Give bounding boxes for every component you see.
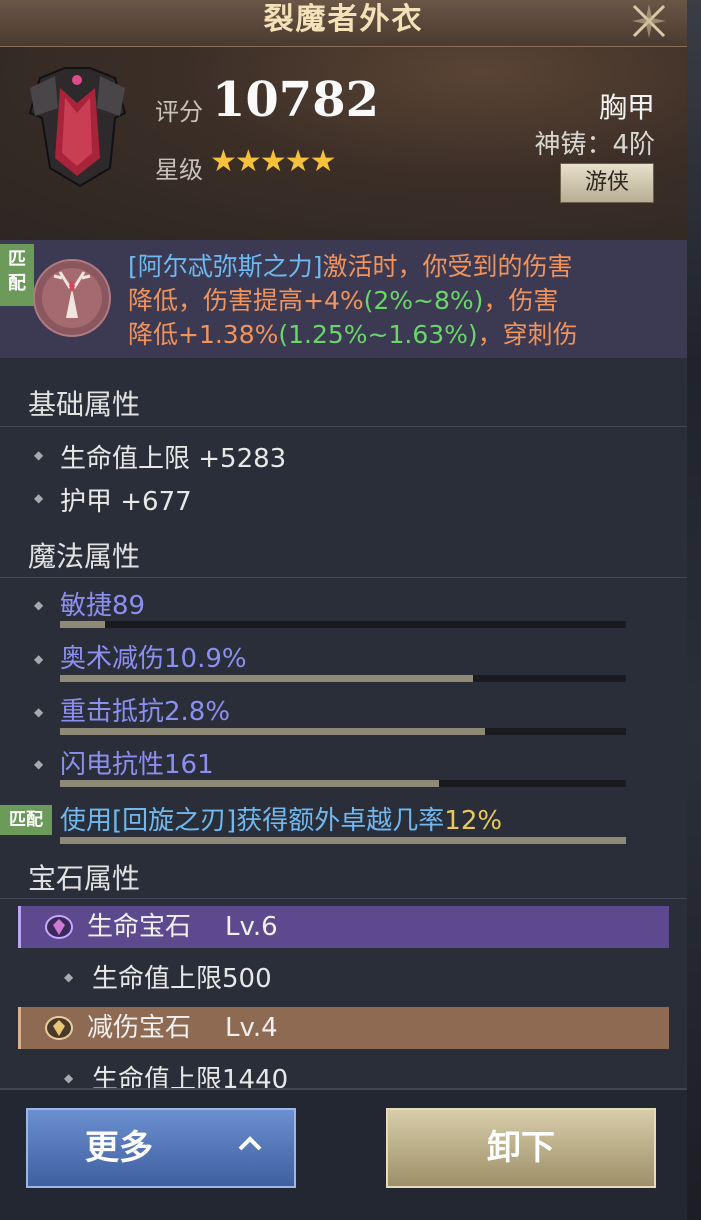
- roll-bar: [60, 780, 626, 787]
- excellent-chance-text: 使用[回旋之刃]获得额外卓越几率: [60, 806, 445, 836]
- deer-emblem-icon: [33, 259, 111, 337]
- background-edge: [687, 0, 701, 1220]
- divider: [0, 898, 687, 899]
- damage-reduction-gem-icon: [45, 1016, 73, 1040]
- more-button-label: 更多: [85, 1128, 153, 1168]
- match-tag: 匹配: [0, 244, 34, 306]
- basic-attributes-title: 基础属性: [28, 388, 141, 421]
- set-bonus-line: 降低+1.38%: [128, 320, 279, 349]
- bullet-icon: ◆: [34, 491, 44, 505]
- bullet-icon: ◆: [34, 448, 44, 462]
- close-icon[interactable]: [628, 0, 670, 42]
- attr-armor: 护甲 +677: [60, 487, 192, 517]
- roll-bar-fill: [60, 728, 485, 735]
- gem-name: 减伤宝石: [87, 1013, 192, 1043]
- set-bonus-line: 降低，伤害提高+4%: [128, 286, 364, 315]
- excellent-chance: 使用[回旋之刃]获得额外卓越几率12%: [60, 800, 502, 837]
- bullet-icon: ◆: [34, 652, 44, 666]
- remove-button[interactable]: 卸下: [386, 1108, 656, 1188]
- item-title: 裂魔者外衣: [263, 2, 424, 37]
- attr-lightning-resist: 闪电抗性161: [60, 750, 214, 780]
- bullet-icon: ◆: [34, 598, 44, 612]
- score-value: 10782: [212, 72, 379, 128]
- set-bonus-range: (1.25%~1.63%): [278, 320, 478, 349]
- gem-row[interactable]: 减伤宝石 Lv.4: [18, 1007, 669, 1049]
- roll-bar-fill: [60, 675, 474, 682]
- star-rating: ★★★★★: [210, 144, 336, 179]
- forge-level: 神铸：4阶: [534, 130, 655, 160]
- score-label: 评分: [155, 98, 203, 126]
- item-header: 裂魔者外衣 评分 10782 星级 ★★★★★ 胸甲 神铸：4阶 游侠: [0, 0, 687, 240]
- gem-level: Lv.4: [225, 1013, 278, 1043]
- magic-attributes-title: 魔法属性: [28, 540, 141, 573]
- set-bonus-name: [阿尔忒弥斯之力]: [128, 252, 323, 281]
- roll-bar: [60, 621, 626, 628]
- bullet-icon: ◆: [64, 1071, 74, 1085]
- gem-row[interactable]: 生命宝石 Lv.6: [18, 906, 669, 948]
- armor-icon: [28, 67, 127, 188]
- set-bonus-line: ，穿刺伤: [477, 320, 578, 349]
- roll-bar-fill: [60, 837, 626, 844]
- roll-bar-fill: [60, 780, 440, 787]
- gem-attr: 生命值上限500: [92, 964, 272, 994]
- roll-bar-fill: [60, 621, 106, 628]
- attr-agility: 敏捷89: [60, 591, 146, 621]
- life-gem-icon: [45, 915, 73, 939]
- set-bonus-text: [阿尔忒弥斯之力]激活时，你受到的伤害降低，伤害提高+4%(2%~8%)，伤害降…: [128, 250, 673, 352]
- roll-bar: [60, 675, 626, 682]
- set-bonus-line: 激活时，你受到的伤害: [322, 252, 573, 281]
- gem-level: Lv.6: [225, 912, 278, 942]
- gem-attributes-title: 宝石属性: [28, 862, 141, 895]
- attr-crit-resist: 重击抵抗2.8%: [60, 697, 231, 727]
- chevron-up-icon[interactable]: [236, 1130, 264, 1158]
- set-bonus-range: (2%~8%): [363, 286, 484, 315]
- attr-hp: 生命值上限 +5283: [60, 444, 287, 474]
- star-label: 星级: [155, 156, 203, 184]
- bullet-icon: ◆: [64, 970, 74, 984]
- divider: [0, 577, 687, 578]
- attr-arcane-reduction: 奥术减伤10.9%: [60, 644, 247, 674]
- set-bonus-line: ，伤害: [483, 286, 559, 315]
- roll-bar: [60, 837, 626, 844]
- bullet-icon: ◆: [34, 705, 44, 719]
- class-button[interactable]: 游侠: [560, 163, 654, 203]
- equipment-slot: 胸甲: [598, 91, 655, 124]
- match-tag: 匹配: [0, 805, 52, 835]
- roll-bar: [60, 728, 626, 735]
- item-detail-panel: 裂魔者外衣 评分 10782 星级 ★★★★★ 胸甲 神铸：4阶 游侠 匹配 […: [0, 0, 687, 1220]
- gem-name: 生命宝石: [87, 912, 192, 942]
- excellent-chance-value: 12%: [444, 806, 503, 836]
- bullet-icon: ◆: [34, 757, 44, 771]
- divider: [0, 426, 687, 427]
